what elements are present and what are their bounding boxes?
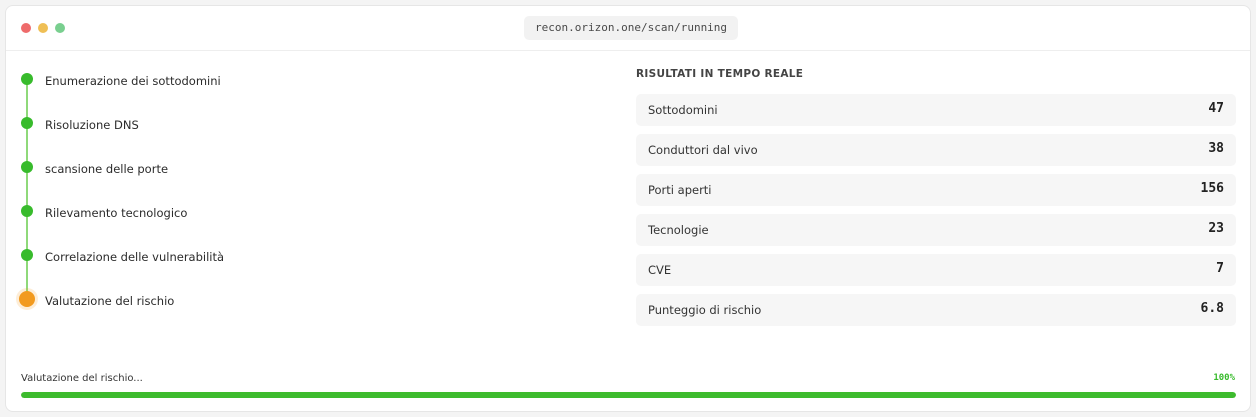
step-done-marker (21, 161, 33, 173)
step-technology-detection: Rilevamento tecnologico (16, 204, 576, 224)
step-subdomain-enumeration: Enumerazione dei sottodomini (16, 72, 576, 92)
progress-bar-fill (21, 392, 1236, 398)
result-label: Conduttori dal vivo (648, 143, 758, 157)
result-label: Porti aperti (648, 183, 712, 197)
step-label: Risoluzione DNS (45, 118, 139, 132)
result-row-live-hosts: Conduttori dal vivo 38 (636, 134, 1236, 166)
result-row-technologies: Tecnologie 23 (636, 214, 1236, 246)
progress-status-text: Valutazione del rischio... (21, 373, 143, 384)
scan-window: recon.orizon.one/scan/running Enumerazio… (5, 5, 1251, 412)
maximize-window-button[interactable] (55, 23, 65, 33)
step-label: scansione delle porte (45, 162, 169, 176)
step-done-marker (21, 117, 33, 129)
close-window-button[interactable] (21, 23, 31, 33)
step-label: Rilevamento tecnologico (45, 206, 188, 220)
step-label: Enumerazione dei sottodomini (45, 74, 221, 88)
result-label: Tecnologie (648, 223, 709, 237)
result-row-subdomains: Sottodomini 47 (636, 94, 1236, 126)
url-bar[interactable]: recon.orizon.one/scan/running (524, 16, 739, 40)
step-vulnerability-correlation: Correlazione delle vulnerabilità (16, 248, 576, 268)
step-done-marker (21, 205, 33, 217)
step-done-marker (21, 73, 33, 85)
result-label: Sottodomini (648, 103, 718, 117)
result-value: 38 (1208, 141, 1224, 156)
result-value: 47 (1208, 101, 1224, 116)
step-label: Valutazione del rischio (45, 294, 175, 308)
result-row-open-ports: Porti aperti 156 (636, 174, 1236, 206)
result-value: 23 (1208, 221, 1224, 236)
progress-percent-label: 100% (1213, 373, 1235, 383)
result-value: 6.8 (1200, 301, 1224, 316)
step-port-scan: scansione delle porte (16, 160, 576, 180)
progress-bar (21, 392, 1236, 398)
results-title: RISULTATI IN TEMPO REALE (636, 68, 804, 80)
minimize-window-button[interactable] (38, 23, 48, 33)
step-label: Correlazione delle vulnerabilità (45, 250, 225, 264)
result-label: Punteggio di rischio (648, 303, 762, 317)
step-active-marker (19, 291, 35, 307)
title-bar: recon.orizon.one/scan/running (6, 6, 1250, 51)
step-done-marker (21, 249, 33, 261)
result-label: CVE (648, 263, 672, 277)
result-value: 156 (1200, 181, 1224, 196)
result-value: 7 (1216, 261, 1224, 276)
step-risk-assessment: Valutazione del rischio (16, 291, 576, 312)
result-row-cve: CVE 7 (636, 254, 1236, 286)
step-dns-resolution: Risoluzione DNS (16, 116, 576, 136)
result-row-risk-score: Punteggio di rischio 6.8 (636, 294, 1236, 326)
